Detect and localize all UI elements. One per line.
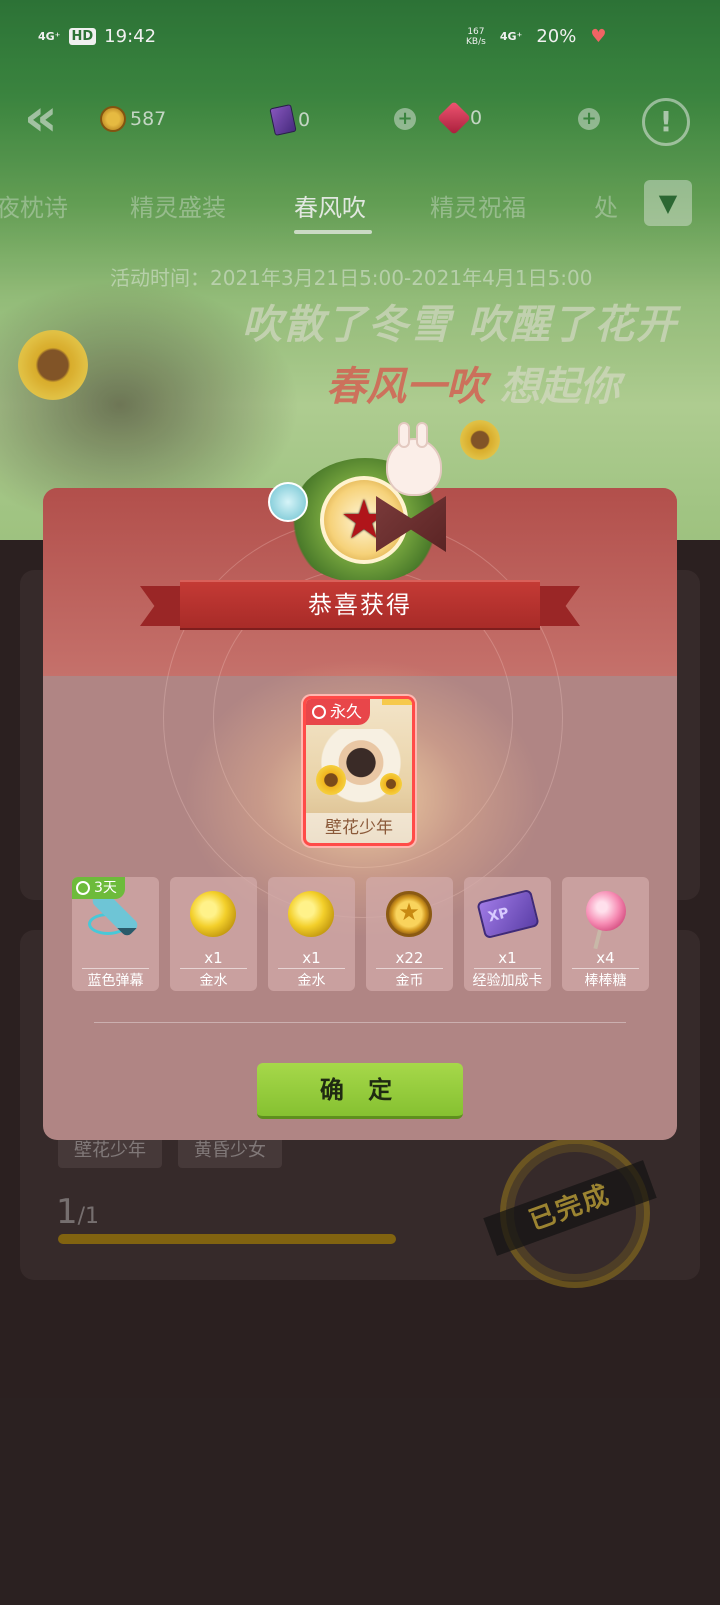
dialog-divider (94, 1022, 626, 1023)
reward-item[interactable]: x22 金币 (366, 877, 453, 991)
reward-item[interactable]: x4 棒棒糖 (562, 877, 649, 991)
featured-reward-card[interactable]: 永久 壁花少年 (303, 696, 415, 846)
item-divider (82, 968, 149, 969)
reward-item[interactable]: x1 经验加成卡 (464, 877, 551, 991)
item-quantity: x1 (302, 949, 321, 967)
card-rarity-strip (382, 699, 412, 705)
reward-items: 3天 蓝色弹幕 x1 金水 x1 金水 x22 金币 x1 经验加成卡 x4 棒… (72, 877, 652, 991)
dialog-title-ribbon: 恭喜获得 (140, 580, 580, 630)
sunflower-icon (380, 773, 402, 795)
reward-emblem: ★ (268, 422, 458, 588)
item-name: 棒棒糖 (584, 973, 627, 989)
sunflower-icon (316, 765, 346, 795)
gold-water-icon (190, 891, 236, 937)
lollipop-icon (586, 891, 626, 931)
item-name: 蓝色弹幕 (87, 973, 144, 989)
bunny-ear (416, 422, 428, 448)
item-name: 金水 (199, 973, 228, 989)
item-divider (376, 968, 443, 969)
permanent-label: 永久 (330, 702, 363, 721)
item-quantity: x4 (596, 949, 615, 967)
item-name: 经验加成卡 (472, 973, 543, 989)
timer-label: 3天 (94, 880, 117, 896)
timer-badge: 3天 (72, 877, 125, 899)
item-quantity: x22 (395, 949, 424, 967)
bunny-icon (386, 422, 442, 496)
permanent-tag: 永久 (306, 699, 371, 725)
dialog-title: 恭喜获得 (180, 580, 540, 630)
reward-item[interactable]: x1 金水 (268, 877, 355, 991)
featured-reward-name: 壁花少年 (306, 813, 412, 843)
item-divider (278, 968, 345, 969)
item-name: 金币 (395, 973, 424, 989)
item-divider (572, 968, 639, 969)
coin-icon (386, 891, 432, 937)
reward-item[interactable]: x1 金水 (170, 877, 257, 991)
item-quantity: x1 (204, 949, 223, 967)
permanent-icon (312, 705, 326, 719)
item-name: 金水 (297, 973, 326, 989)
item-quantity: x1 (498, 949, 517, 967)
item-divider (474, 968, 541, 969)
reward-item[interactable]: 3天 蓝色弹幕 (72, 877, 159, 991)
gold-water-icon (288, 891, 334, 937)
xp-card-icon (476, 888, 540, 940)
bunny-ear (398, 422, 410, 448)
confirm-button[interactable]: 确 定 (257, 1063, 463, 1119)
item-divider (180, 968, 247, 969)
lantern-icon (268, 482, 308, 522)
clock-icon (76, 881, 90, 895)
